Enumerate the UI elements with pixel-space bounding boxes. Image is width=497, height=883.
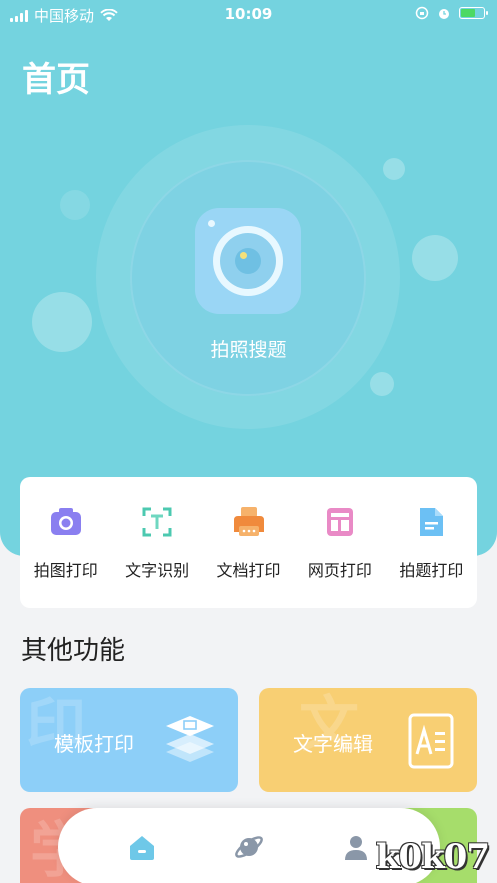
quick-action-label: 拍图打印 xyxy=(33,561,98,580)
quick-action-photo-print[interactable]: 拍图打印 xyxy=(20,477,111,608)
tab-discover[interactable] xyxy=(229,827,269,867)
text-edit-icon xyxy=(407,712,455,774)
quick-action-question-print[interactable]: 拍题打印 xyxy=(386,477,477,608)
camera-flash-dot xyxy=(208,220,215,227)
battery-icon xyxy=(459,7,488,19)
camera-icon xyxy=(49,505,83,539)
printer-icon xyxy=(232,505,266,539)
tile-label: 文字编辑 xyxy=(293,732,373,756)
quick-action-text-recognition[interactable]: 文字识别 xyxy=(111,477,202,608)
status-bar: 中国移动 10:09 xyxy=(0,0,497,28)
user-icon xyxy=(345,836,368,860)
decor-bubble xyxy=(60,190,90,220)
decor-bubble xyxy=(370,372,394,396)
photo-search-label[interactable]: 拍照搜题 xyxy=(0,335,497,362)
site-watermark: k0k07 xyxy=(375,837,490,877)
webpage-icon xyxy=(323,505,357,539)
template-stack-icon xyxy=(164,712,216,770)
planet-icon xyxy=(235,836,263,858)
quick-actions-card: 拍图打印 文字识别 文档打印 网页打印 拍题打印 xyxy=(20,477,477,608)
template-print-tile[interactable]: 印 模板打印 xyxy=(20,688,238,792)
hero-panel: 中国移动 10:09 首页 拍照搜题 xyxy=(0,0,497,556)
quick-action-label: 文字识别 xyxy=(125,561,190,580)
document-icon xyxy=(414,505,448,539)
alarm-icon xyxy=(439,9,449,19)
tab-profile[interactable] xyxy=(336,827,376,867)
other-features-title: 其他功能 xyxy=(21,636,126,666)
orientation-lock-icon xyxy=(415,6,429,20)
quick-action-web-print[interactable]: 网页打印 xyxy=(294,477,385,608)
quick-action-label: 文档打印 xyxy=(216,561,281,580)
text-scan-icon xyxy=(140,505,174,539)
tab-home[interactable] xyxy=(122,827,162,867)
quick-action-label: 网页打印 xyxy=(307,561,372,580)
page-title: 首页 xyxy=(22,60,90,100)
quick-action-label: 拍题打印 xyxy=(399,561,464,580)
decor-bubble xyxy=(383,158,405,180)
quick-action-document-print[interactable]: 文档打印 xyxy=(203,477,294,608)
text-edit-tile[interactable]: 文 文字编辑 xyxy=(259,688,477,792)
decor-bubble xyxy=(412,235,458,281)
tile-label: 模板打印 xyxy=(54,732,134,756)
camera-lens-icon xyxy=(213,226,283,296)
home-icon xyxy=(129,836,154,860)
